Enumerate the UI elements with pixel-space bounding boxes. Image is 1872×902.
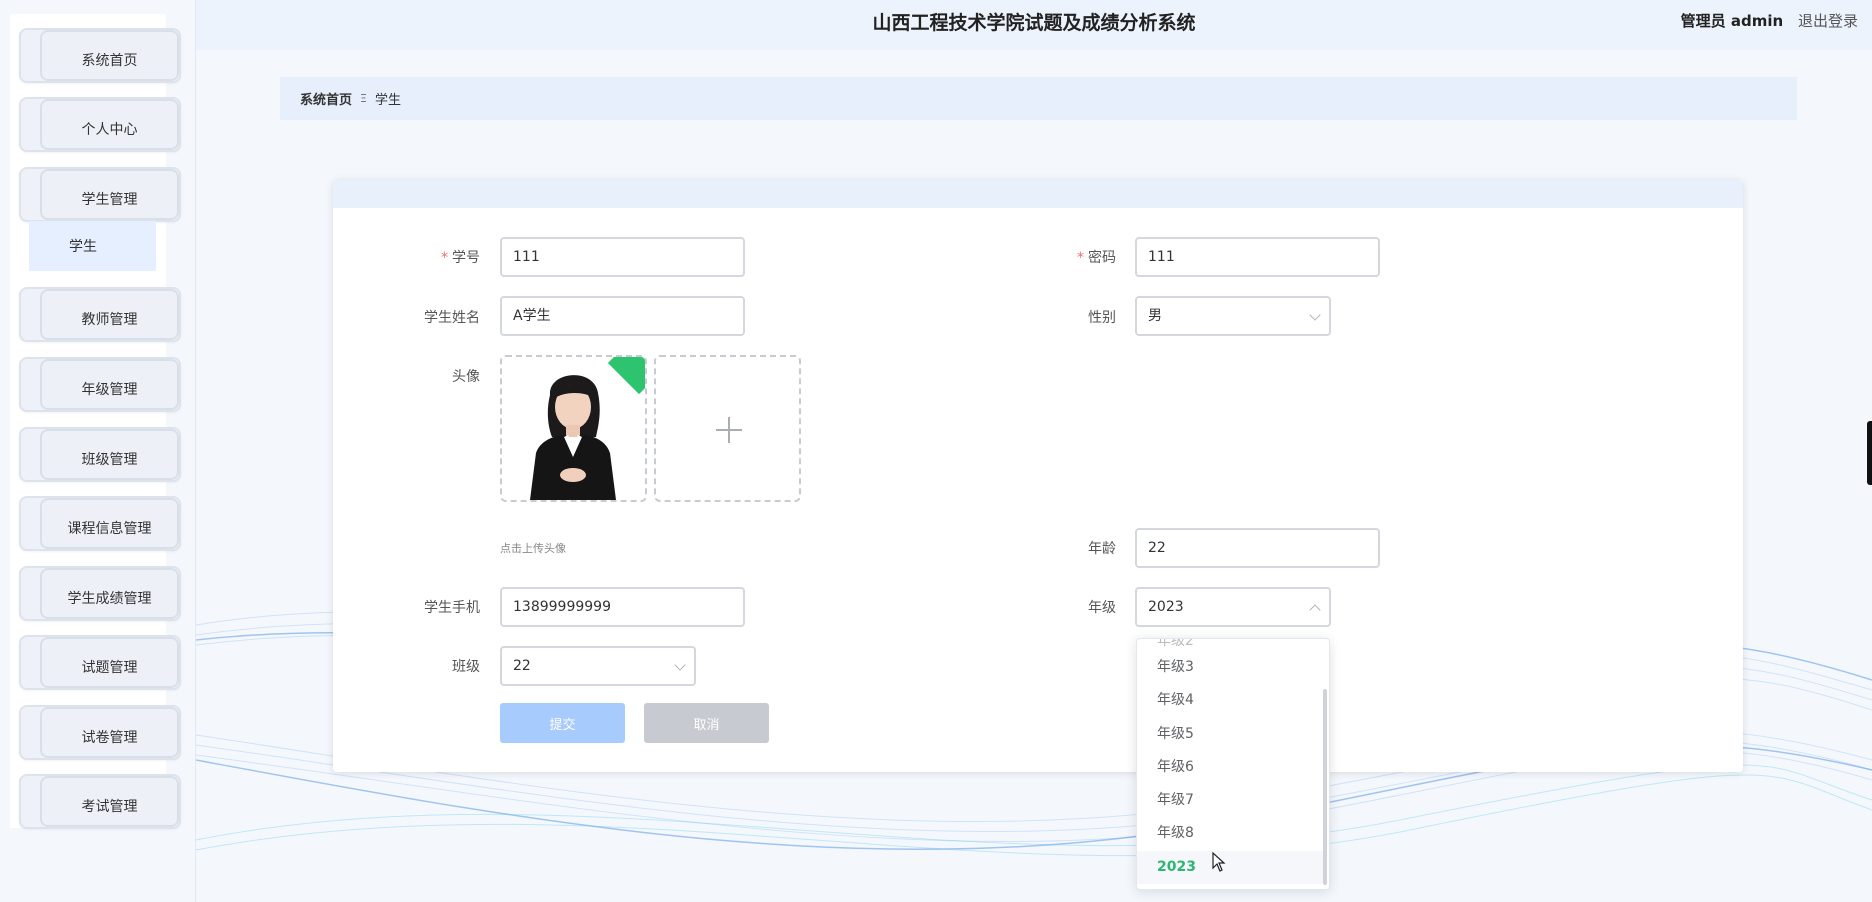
student-id-input[interactable]: 111 xyxy=(500,237,745,277)
student-name-label: 学生姓名 xyxy=(424,310,480,326)
sidebar-subitem-student[interactable]: 学生 xyxy=(29,221,156,271)
admin-label: 管理员 admin xyxy=(1680,12,1784,30)
sidebar-item-label: 试题管理 xyxy=(40,637,179,688)
dropdown-scrollbar[interactable] xyxy=(1323,689,1327,885)
sidebar-item-label: 个人中心 xyxy=(40,99,179,150)
breadcrumb-separator-icon: Ξ xyxy=(360,92,367,105)
card-header-strip xyxy=(333,180,1743,208)
class-label: 班级 xyxy=(452,659,480,675)
sidebar: 系统首页 个人中心 学生管理 学生 教师管理 年级管理 班级管理 课程信息管理 … xyxy=(0,0,196,902)
dropdown-option[interactable]: 年级6 xyxy=(1137,751,1323,784)
breadcrumb-current: 学生 xyxy=(374,93,401,108)
gender-select-value: 男 xyxy=(1148,308,1162,324)
class-select-value: 22 xyxy=(513,658,531,674)
right-edge-handle[interactable] xyxy=(1867,421,1872,485)
student-name-input[interactable]: A学生 xyxy=(500,296,745,336)
sidebar-item-student-management[interactable]: 学生管理 xyxy=(19,167,181,222)
sidebar-item-home[interactable]: 系统首页 xyxy=(19,28,181,83)
top-header: 山西工程技术学院试题及成绩分析系统 管理员 admin 退出登录 xyxy=(196,0,1872,50)
sidebar-item-label: 班级管理 xyxy=(40,429,179,480)
sidebar-item-label: 年级管理 xyxy=(40,359,179,410)
dropdown-option[interactable]: 年级7 xyxy=(1137,784,1323,817)
phone-input[interactable]: 13899999999 xyxy=(500,587,745,627)
age-input[interactable]: 22 xyxy=(1135,528,1380,568)
dropdown-option[interactable]: 年级3 xyxy=(1137,651,1323,684)
sidebar-item-grade-management[interactable]: 年级管理 xyxy=(19,357,181,412)
breadcrumb-home[interactable]: 系统首页 xyxy=(300,89,352,108)
header-user-area: 管理员 admin 退出登录 xyxy=(1681,10,1858,31)
dropdown-option[interactable]: 年级4 xyxy=(1137,684,1323,717)
dropdown-option[interactable]: 年级8 xyxy=(1137,817,1323,850)
cancel-button[interactable]: 取消 xyxy=(644,703,769,743)
chevron-down-icon xyxy=(1309,309,1321,321)
sidebar-item-personal-center[interactable]: 个人中心 xyxy=(19,97,181,152)
logout-link[interactable]: 退出登录 xyxy=(1798,12,1858,30)
sidebar-item-label: 系统首页 xyxy=(40,30,179,81)
app-title: 山西工程技术学院试题及成绩分析系统 xyxy=(872,12,1196,34)
sidebar-item-teacher-management[interactable]: 教师管理 xyxy=(19,287,181,342)
student-id-label: * 学号 xyxy=(441,250,480,266)
dropdown-option-selected[interactable]: 2023 xyxy=(1137,851,1323,884)
student-form-card: * 学号 111 * 密码 111 学生姓名 A学生 性别 男 头像 点击上传头像 … xyxy=(333,180,1743,772)
gender-select[interactable]: 男 xyxy=(1135,296,1331,336)
plus-icon-vertical xyxy=(728,417,730,443)
phone-label: 学生手机 xyxy=(424,600,480,616)
sidebar-item-score-management[interactable]: 学生成绩管理 xyxy=(19,566,181,621)
sidebar-item-label: 试卷管理 xyxy=(40,707,179,758)
class-select[interactable]: 22 xyxy=(500,646,696,686)
chevron-down-icon xyxy=(674,659,686,671)
password-input[interactable]: 111 xyxy=(1135,237,1380,277)
sidebar-item-label: 学生管理 xyxy=(40,169,179,220)
dropdown-option[interactable]: 年级5 xyxy=(1137,718,1323,751)
sidebar-item-course-management[interactable]: 课程信息管理 xyxy=(19,496,181,551)
sidebar-item-question-management[interactable]: 试题管理 xyxy=(19,635,181,690)
grade-select-value: 2023 xyxy=(1148,599,1184,615)
sidebar-item-label: 教师管理 xyxy=(40,289,179,340)
sidebar-item-label: 课程信息管理 xyxy=(40,498,179,549)
avatar-preview[interactable] xyxy=(500,355,647,502)
chevron-up-icon xyxy=(1309,604,1321,616)
grade-dropdown-menu: 年级2 年级3 年级4 年级5 年级6 年级7 年级8 2023 xyxy=(1136,638,1330,890)
avatar-upload-button[interactable] xyxy=(654,355,801,502)
gender-label: 性别 xyxy=(1088,310,1116,326)
mouse-cursor-icon xyxy=(1212,852,1226,872)
grade-select[interactable]: 2023 xyxy=(1135,587,1331,627)
password-label: * 密码 xyxy=(1077,250,1116,266)
avatar-label: 头像 xyxy=(452,369,480,385)
sidebar-item-exam-management[interactable]: 考试管理 xyxy=(19,774,181,829)
breadcrumb: 系统首页 Ξ 学生 xyxy=(280,77,1797,120)
sidebar-item-label: 学生成绩管理 xyxy=(40,568,179,619)
sidebar-item-label: 考试管理 xyxy=(40,776,179,827)
sidebar-item-paper-management[interactable]: 试卷管理 xyxy=(19,705,181,760)
sidebar-item-class-management[interactable]: 班级管理 xyxy=(19,427,181,482)
grade-label: 年级 xyxy=(1088,600,1116,616)
age-label: 年龄 xyxy=(1088,541,1116,557)
submit-button[interactable]: 提交 xyxy=(500,703,625,743)
upload-tip: 点击上传头像 xyxy=(500,542,566,555)
